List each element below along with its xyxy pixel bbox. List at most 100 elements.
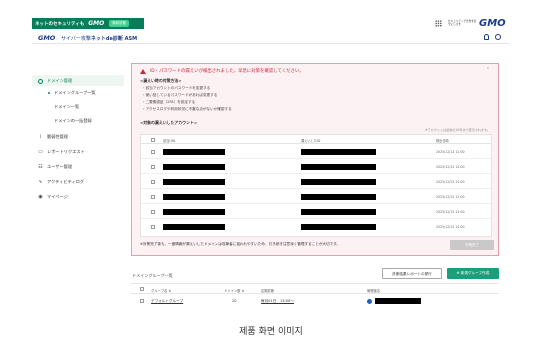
redacted-url — [163, 148, 225, 155]
product-title-prefix: サイバー攻撃 — [61, 35, 91, 42]
sidebar-item-activity-log[interactable]: ∿ アクティビティログ — [38, 179, 84, 185]
row-checkbox[interactable] — [151, 179, 155, 184]
row-checkbox[interactable] — [151, 164, 155, 169]
sidebar-item-label: アクティビティログ — [47, 179, 84, 184]
domain-group-table-header: グループ名 ⇅ ドメイン数 ⇅ 定期診断 管理者名 — [131, 283, 499, 294]
table-header: 該当URL 漏えいしたID 検出日時 — [141, 135, 491, 144]
redacted-url — [163, 208, 225, 215]
brand-text: ネットのセキュリティも — [35, 21, 85, 27]
column-header-manager: 管理者名 — [367, 288, 381, 293]
app-grid-icon[interactable] — [435, 20, 442, 27]
accounts-heading: <対象の漏えいしたアカウント> — [140, 120, 198, 125]
users-icon: ☷ — [38, 163, 43, 170]
row-date: 2025/12/12 12:00 — [436, 180, 465, 184]
row-date: 2025/12/12 12:00 — [436, 165, 465, 169]
column-header-group[interactable]: グループ名 ⇅ — [151, 288, 171, 293]
measure-item: ・アクセスログや利用状況に不審な点がないか確認する — [142, 107, 232, 111]
sidebar-item-label: レポートリクエスト — [47, 149, 85, 154]
sort-icon: ⇅ — [168, 288, 172, 293]
brand-gmo-logo: GMO — [88, 20, 105, 27]
row-checkbox[interactable] — [151, 209, 155, 214]
account-icon: ◉ — [38, 193, 43, 200]
column-header-group-label: グループ名 — [151, 288, 168, 293]
row-date: 2025/12/12 12:00 — [436, 150, 465, 154]
globe-icon — [38, 78, 43, 84]
domain-group-list-title: ドメイングループ一覧 — [132, 273, 173, 278]
row-checkbox[interactable] — [151, 224, 155, 229]
product-title-name: ネットde診断 ASM — [90, 35, 138, 42]
sidebar-item-label: ドメイン管理 — [47, 78, 73, 83]
issue-report-button[interactable]: 診断結果レポートの発行 — [382, 268, 442, 279]
table-row[interactable]: デフォルトグループ 20 毎月01日 13:00〜 — [131, 294, 499, 308]
select-all-checkbox[interactable] — [151, 137, 155, 142]
vulnerability-icon: ⁞ — [39, 133, 42, 140]
top-bar: ネットのセキュリティも GMO 無料診断 セキュリティで世界を安全にします GM… — [32, 17, 509, 30]
row-checkbox[interactable] — [151, 194, 155, 199]
collapse-chevron-icon[interactable]: ⌃ — [486, 67, 490, 73]
redacted-url — [163, 178, 225, 185]
brand-badge: 無料診断 — [109, 20, 130, 27]
sidebar-item-vulnerability[interactable]: ⁞ 脆弱性管理 — [38, 134, 68, 140]
row-date: 2025/12/12 12:00 — [436, 210, 465, 214]
create-group-label: 新規グループ作成 — [460, 271, 490, 275]
table-row: 2025/12/12 12:00 — [141, 219, 491, 234]
row-checkbox[interactable] — [140, 299, 144, 303]
sidebar-item-users[interactable]: ☷ ユーザー管理 — [38, 164, 72, 170]
brand-banner[interactable]: ネットのセキュリティも GMO 無料診断 — [32, 18, 144, 29]
alert-heading: ID・パスワードの漏えいが検出されました。早急に対策を確認してください。 — [140, 68, 304, 74]
select-all-checkbox[interactable] — [140, 287, 144, 291]
bell-icon[interactable] — [484, 34, 489, 40]
row-checkbox[interactable] — [151, 149, 155, 154]
redacted-url — [163, 223, 225, 230]
domain-count: 20 — [232, 299, 237, 303]
table-row: 2025/12/12 12:00 — [141, 174, 491, 189]
app-window: ネットのセキュリティも GMO 無料診断 セキュリティで世界を安全にします GM… — [32, 17, 509, 313]
alert-footer-note: ※対策完了後も、一度情報が漏えいしたドメインは攻撃者に狙われやすいため、引き続き… — [140, 242, 341, 246]
sidebar-subitem-domain-list[interactable]: ドメイン一覧 — [54, 104, 79, 110]
column-header-count-label: ドメイン数 — [224, 288, 241, 293]
column-header-count[interactable]: ドメイン数 ⇅ — [224, 288, 244, 293]
redacted-url — [163, 193, 225, 200]
sidebar-item-label: ユーザー管理 — [47, 164, 73, 169]
header-gmo-logo[interactable]: GMO — [38, 34, 55, 42]
group-name-link[interactable]: デフォルトグループ — [151, 299, 183, 304]
corporate-tagline: セキュリティで世界を安全にします — [448, 20, 477, 26]
app-header: GMO サイバー攻撃ネットde診断 ASM — [32, 30, 509, 44]
sidebar-subitem-bulk-register[interactable]: ドメインの一括登録 — [54, 118, 92, 124]
activity-icon: ∿ — [38, 178, 43, 185]
schedule-link[interactable]: 毎月01日 13:00〜 — [261, 299, 294, 304]
table-row: 2025/12/12 12:00 — [141, 144, 491, 159]
alert-title: ID・パスワードの漏えいが検出されました。早急に対策を確認してください。 — [150, 69, 304, 74]
redacted-manager — [375, 298, 421, 304]
corporate-gmo-logo[interactable]: GMO — [479, 18, 506, 29]
report-icon: ▭ — [38, 148, 43, 155]
measure-item: ・該当アカウントのパスワードを変更する — [142, 86, 211, 90]
row-date: 2025/12/12 12:00 — [436, 225, 465, 229]
leaked-accounts-table: 該当URL 漏えいしたID 検出日時 2025/12/12 12:00 2025… — [140, 134, 492, 237]
sidebar: ドメイン管理 ドメイングループ一覧 ドメイン一覧 ドメインの一括登録 ⁞ 脆弱性… — [32, 45, 124, 313]
measures-heading: <漏えい時の対策方法> — [140, 78, 182, 83]
redacted-id — [301, 223, 376, 230]
redacted-id — [301, 193, 376, 200]
table-row: 2025/12/12 12:00 — [141, 189, 491, 204]
user-icon[interactable] — [495, 34, 501, 40]
sidebar-item-domain[interactable]: ドメイン管理 — [32, 75, 124, 86]
warning-icon — [140, 68, 146, 74]
sidebar-item-domain-row: ドメイン管理 — [38, 78, 72, 84]
table-row: 2025/12/12 12:00 — [141, 159, 491, 174]
mark-resolved-button[interactable]: 対策完了 — [450, 240, 494, 250]
sidebar-item-label: 脆弱性管理 — [47, 134, 68, 139]
sidebar-item-label: マイページ — [47, 194, 68, 199]
measure-item: ・使い回しているパスワードがあれば変更する — [142, 93, 218, 97]
redacted-url — [163, 163, 225, 170]
table-row: 2025/12/12 12:00 — [141, 204, 491, 219]
product-title[interactable]: サイバー攻撃ネットde診断 ASM — [61, 35, 137, 42]
measure-item: ・二要素認証（2FA）を設定する — [142, 100, 196, 104]
sidebar-item-mypage[interactable]: ◉ マイページ — [38, 194, 68, 200]
sidebar-item-report[interactable]: ▭ レポートリクエスト — [38, 149, 85, 155]
redacted-id — [301, 178, 376, 185]
sidebar-subitem-domain-groups[interactable]: ドメイングループ一覧 — [48, 90, 96, 96]
redacted-id — [301, 148, 376, 155]
column-header-leaked-id: 漏えいしたID — [301, 139, 321, 143]
create-group-button[interactable]: ⊕ 新規グループ作成 — [447, 268, 499, 279]
